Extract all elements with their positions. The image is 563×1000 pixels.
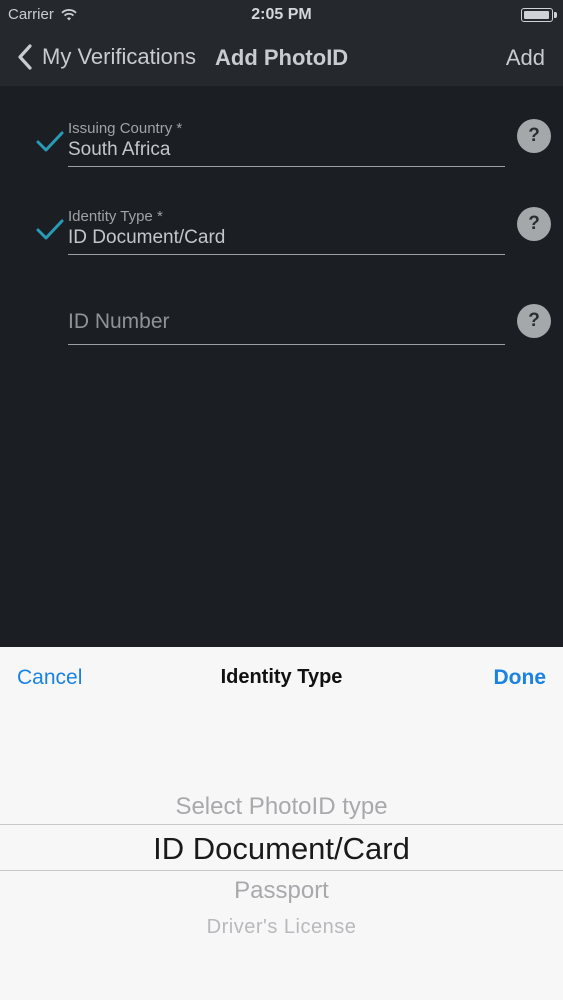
picker-option[interactable]: Driver's License: [0, 916, 563, 939]
identity-type-value: ID Document/Card: [68, 227, 226, 248]
chevron-left-icon: [18, 44, 32, 70]
status-time: 2:05 PM: [251, 6, 312, 23]
picker-selection-top-line: [0, 824, 563, 825]
picker-option[interactable]: Select PhotoID type: [0, 793, 563, 821]
identity-type-field[interactable]: Identity Type * ID Document/Card: [68, 208, 505, 255]
picker-title: Identity Type: [220, 666, 343, 688]
issuing-country-value: South Africa: [68, 139, 171, 160]
battery-fill: [524, 11, 549, 19]
id-number-placeholder: ID Number: [68, 310, 170, 333]
issuing-country-field[interactable]: Issuing Country * South Africa: [68, 120, 505, 167]
status-bar: Carrier 2:05 PM: [0, 0, 563, 30]
back-button[interactable]: My Verifications: [14, 42, 196, 72]
battery-icon: [521, 8, 557, 22]
photoid-form: Issuing Country * South Africa ? Identit…: [0, 86, 563, 647]
identity-type-picker[interactable]: Select PhotoID type ID Document/Card Pas…: [0, 707, 563, 1000]
id-number-field[interactable]: ID Number: [68, 308, 505, 345]
checkmark-icon: [36, 219, 64, 240]
picker-option[interactable]: Passport: [0, 877, 563, 905]
help-issuing-country-button[interactable]: ?: [517, 119, 551, 153]
picker-toolbar: Cancel Identity Type Done: [0, 647, 563, 707]
help-identity-type-button[interactable]: ?: [517, 207, 551, 241]
identity-type-picker-sheet: Cancel Identity Type Done Select PhotoID…: [0, 647, 563, 1000]
identity-type-label: Identity Type *: [68, 208, 163, 225]
page-title: Add PhotoID: [215, 45, 349, 70]
picker-selection-bottom-line: [0, 870, 563, 871]
issuing-country-label: Issuing Country *: [68, 120, 183, 137]
help-id-number-button[interactable]: ?: [517, 304, 551, 338]
picker-option-selected[interactable]: ID Document/Card: [0, 831, 563, 867]
done-button[interactable]: Done: [494, 666, 547, 690]
add-button[interactable]: Add: [506, 45, 545, 71]
back-button-label: My Verifications: [42, 44, 197, 69]
navigation-bar: My Verifications Add PhotoID Add: [0, 30, 563, 86]
checkmark-icon: [36, 131, 64, 152]
